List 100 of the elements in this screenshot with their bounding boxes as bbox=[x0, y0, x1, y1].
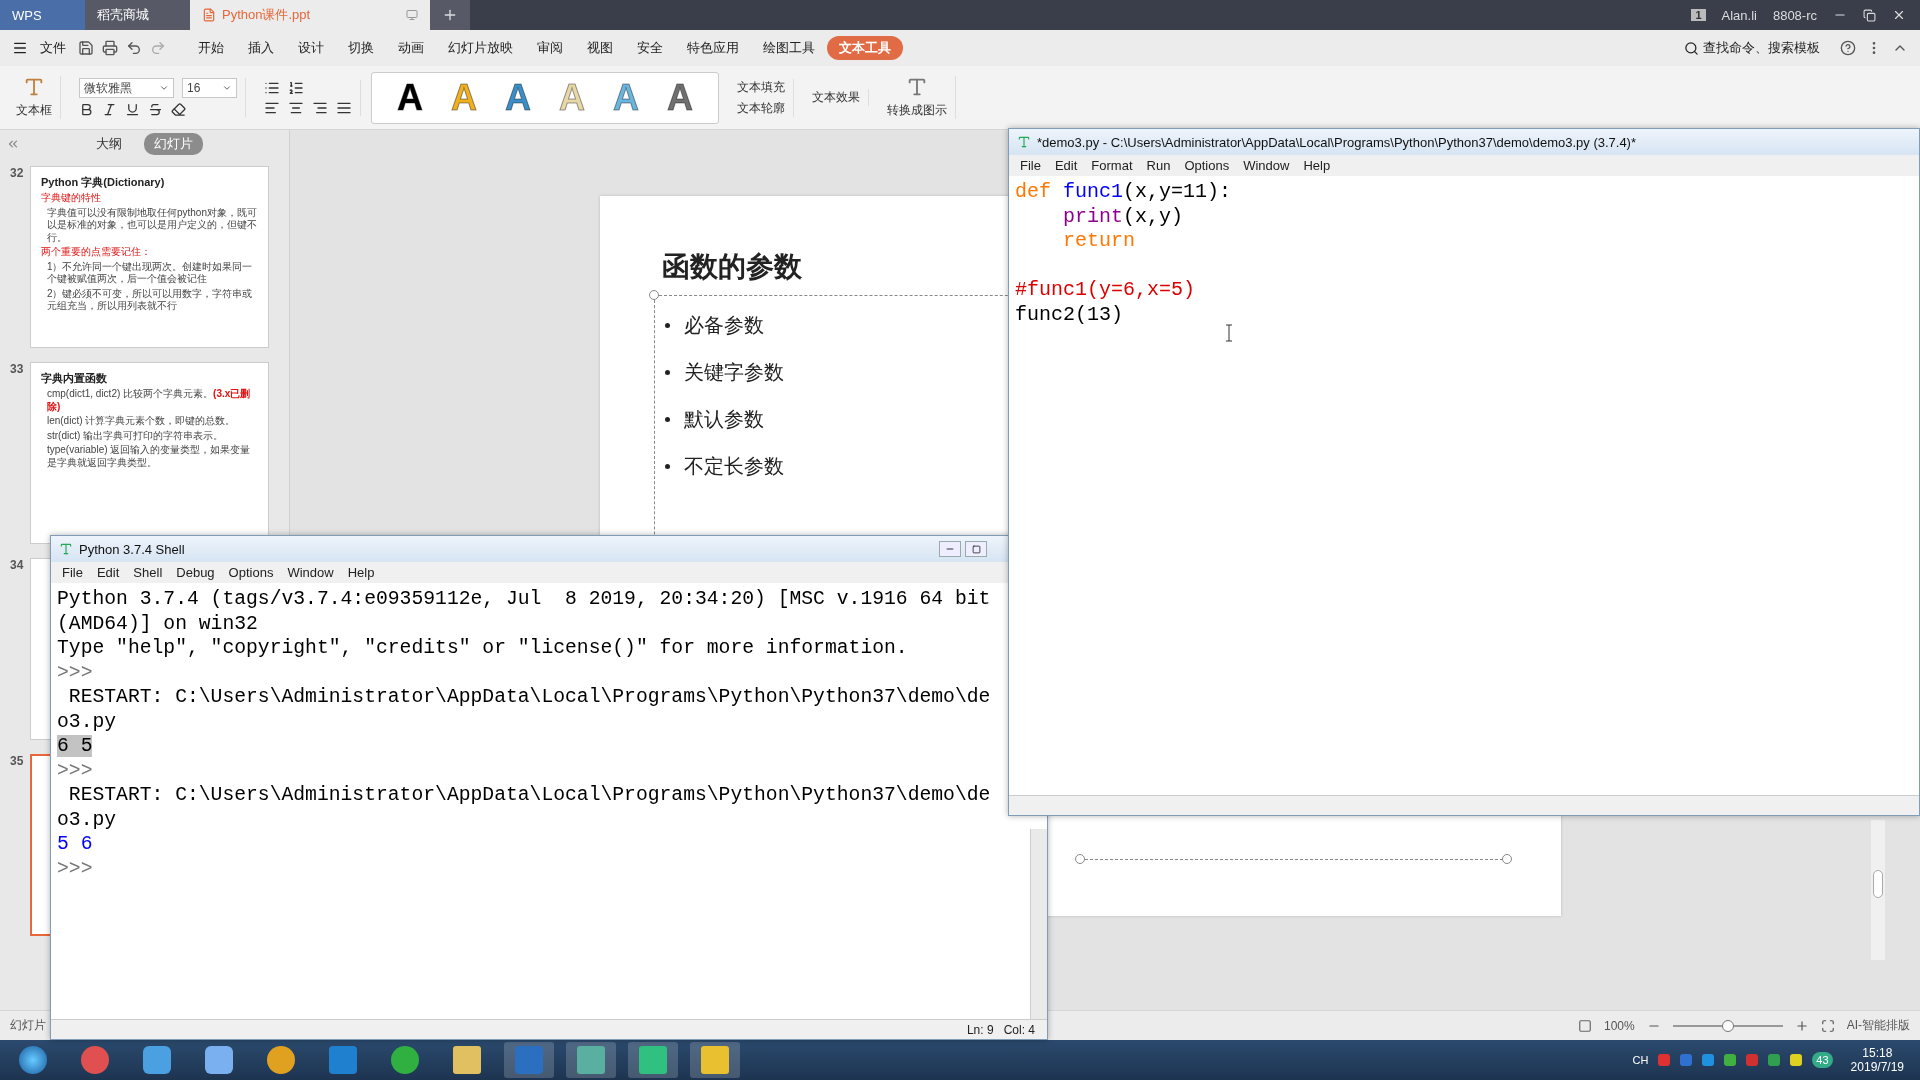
maximize-button[interactable] bbox=[965, 541, 987, 557]
italic-icon[interactable] bbox=[102, 102, 117, 117]
font-size-field[interactable]: 16 bbox=[182, 78, 237, 98]
text-style-swatch[interactable]: A bbox=[660, 76, 700, 119]
shell-output: Type "help", "copyright", "credits" or "license()" for more information. bbox=[57, 637, 908, 659]
thumbnail-text: len(dict) 计算字典元素个数，即键的总数。 bbox=[45, 415, 237, 428]
tray-icon[interactable] bbox=[1724, 1054, 1737, 1066]
tray-icon[interactable] bbox=[1790, 1054, 1803, 1066]
menu-tab[interactable]: 插入 bbox=[236, 36, 286, 60]
menu-tab[interactable]: 开始 bbox=[186, 36, 236, 60]
menu-icon[interactable] bbox=[12, 40, 28, 56]
menu-tab[interactable]: 视图 bbox=[575, 36, 625, 60]
thumbnail-text: 两个重要的点需要记住： bbox=[40, 246, 152, 259]
resize-handle[interactable] bbox=[1075, 854, 1085, 864]
slide-title: 函数的参数 bbox=[662, 250, 802, 284]
slide-thumbnail[interactable]: 字典内置函数 cmp(dict1, dict2) 比较两个字典元素。(3.x已删除) len(dict) 计算字典元素个数，即键的总数。 str(dict) 输出字典可打印的字符串表示。 type(variable) 返回输入的变量类型，如果变量是字典就返回字典类型。 bbox=[29, 362, 269, 544]
maximize-icon bbox=[971, 544, 981, 554]
bullet-icon bbox=[665, 323, 670, 328]
help-icon[interactable] bbox=[1840, 40, 1856, 56]
text-outline-button[interactable]: 文本轮廓 bbox=[737, 99, 785, 117]
slide-thumbnail[interactable] bbox=[30, 754, 52, 936]
user-name: Alan.li bbox=[1721, 7, 1757, 23]
taskbar-app-icon[interactable] bbox=[690, 1042, 740, 1078]
tray-icon[interactable] bbox=[1768, 1054, 1781, 1066]
menu-tab[interactable]: 动画 bbox=[386, 36, 436, 60]
menu-tab[interactable]: 审阅 bbox=[525, 36, 575, 60]
menu-tab[interactable]: 特色应用 bbox=[675, 36, 751, 60]
plus-icon[interactable] bbox=[442, 7, 458, 23]
menu-tab[interactable]: 安全 bbox=[625, 36, 675, 60]
save-icon[interactable] bbox=[78, 40, 94, 56]
shell-output: Python 3.7.4 (tags/v3.7.4:e09359112e, Jul 8 2019, 20:34:20) [MSC v.1916 64 bit bbox=[57, 588, 991, 610]
menu-item[interactable]: Edit bbox=[1047, 158, 1085, 173]
convert-icon[interactable] bbox=[906, 76, 928, 98]
menu-item[interactable]: Window bbox=[280, 565, 341, 580]
menu-item[interactable]: Options bbox=[221, 565, 281, 580]
eraser-icon[interactable] bbox=[171, 102, 186, 117]
cursor-position: Col: 4 bbox=[1003, 1022, 1035, 1037]
slide-thumbnail[interactable] bbox=[30, 558, 51, 740]
strikethrough-icon[interactable] bbox=[148, 102, 163, 117]
text-fill-button[interactable]: 文本填充 bbox=[737, 78, 785, 96]
search-icon[interactable] bbox=[1684, 40, 1699, 56]
tab[interactable]: WPS bbox=[0, 0, 85, 30]
numbered-list-icon[interactable] bbox=[288, 79, 304, 96]
minimize-button[interactable] bbox=[939, 541, 961, 557]
restore-icon[interactable] bbox=[1863, 8, 1876, 22]
menu-item[interactable]: Shell bbox=[126, 565, 170, 580]
text-style-swatch[interactable]: A bbox=[498, 76, 538, 119]
thumbnail-text: str(dict) 输出字典可打印的字符串表示。 bbox=[45, 429, 225, 442]
collapse-panel-icon[interactable] bbox=[6, 137, 20, 151]
text-effect-button[interactable]: 文本效果 bbox=[812, 89, 860, 106]
resize-handle[interactable] bbox=[1502, 854, 1512, 864]
taskbar-app-icon[interactable] bbox=[628, 1042, 678, 1078]
thumbnail-text: cmp(dict1, dict2) 比较两个字典元素。(3.x已删除) bbox=[45, 388, 252, 413]
convert-button[interactable]: 转换成图示 bbox=[887, 102, 947, 119]
scrollbar[interactable] bbox=[1871, 820, 1885, 960]
close-icon[interactable] bbox=[1892, 8, 1906, 22]
tray-icon[interactable] bbox=[1702, 1054, 1715, 1066]
caret-icon bbox=[222, 83, 232, 93]
fit-icon[interactable] bbox=[1820, 1018, 1835, 1033]
menu-item[interactable]: Help bbox=[340, 565, 382, 580]
print-icon[interactable] bbox=[102, 40, 118, 56]
search-link[interactable]: 查找命令、搜索模板 bbox=[1703, 39, 1820, 57]
ai-layout-button[interactable]: AI-智能排版 bbox=[1846, 1017, 1910, 1034]
code-editor[interactable]: def func1(x,y=11): print(x,y) return #func1(y=6,x=5) func2(13) bbox=[1009, 176, 1919, 795]
menu-item[interactable]: Help bbox=[1296, 158, 1338, 173]
underline-icon[interactable] bbox=[125, 102, 140, 117]
clock[interactable]: 15:18 2019/7/19 bbox=[1842, 1046, 1912, 1074]
selected-output: 6 5 bbox=[57, 735, 93, 757]
undo-icon[interactable] bbox=[126, 40, 142, 56]
monitor-icon[interactable] bbox=[406, 9, 418, 21]
normal-view-icon[interactable] bbox=[1577, 1018, 1592, 1033]
zoom-value[interactable]: 100% bbox=[1603, 1018, 1635, 1033]
text-style-swatch[interactable]: A bbox=[390, 76, 430, 119]
menu-tab[interactable]: 设计 bbox=[286, 36, 336, 60]
menu-tab[interactable]: 切换 bbox=[336, 36, 386, 60]
slide-number: 32 bbox=[10, 166, 25, 182]
text-box-button[interactable]: 文本框 bbox=[16, 102, 52, 119]
menu-item[interactable]: File bbox=[55, 565, 90, 580]
window-count-badge: 1 bbox=[1691, 9, 1706, 21]
menu-item[interactable]: Format bbox=[1084, 158, 1140, 173]
menu-item[interactable]: File bbox=[1013, 158, 1048, 173]
file-menu[interactable]: 文件 bbox=[28, 36, 78, 60]
menu-item[interactable]: Options bbox=[1177, 158, 1237, 173]
menu-tab[interactable]: 绘图工具 bbox=[751, 36, 827, 60]
panel-tab[interactable]: 大纲 bbox=[86, 133, 132, 155]
font-field[interactable]: 微软雅黑 bbox=[79, 78, 174, 98]
text-box-icon[interactable] bbox=[23, 76, 45, 98]
menu-item[interactable]: Edit bbox=[89, 565, 127, 580]
resize-handle[interactable] bbox=[649, 290, 659, 300]
zoom-in-icon[interactable] bbox=[1794, 1018, 1809, 1033]
scrollbar[interactable] bbox=[1030, 829, 1047, 1019]
language-indicator[interactable]: CH bbox=[1632, 1054, 1649, 1066]
menu-item[interactable]: Window bbox=[1236, 158, 1297, 173]
slide-thumbnail[interactable]: Python 字典(Dictionary) 字典键的特性 字典值可以没有限制地取任何python对象，既可以是标准的对象，也可以是用户定义的，但键不行。 两个重要的点需要记住： 1）不允许同一个键出现两次。创建时如果同一个键被赋值两次，后一个值会被记住 2）键必须不可变，所以可以用数字，字符串或元组充当，所以用列表就不行 bbox=[29, 166, 269, 348]
bold-icon[interactable] bbox=[79, 102, 94, 117]
menu-item[interactable]: Debug bbox=[169, 565, 222, 580]
bullet-icon bbox=[665, 464, 670, 469]
menu-tab[interactable]: 幻灯片放映 bbox=[436, 36, 525, 60]
menu-item[interactable]: Run bbox=[1139, 158, 1178, 173]
tab[interactable]: 稻壳商城 bbox=[85, 0, 190, 30]
